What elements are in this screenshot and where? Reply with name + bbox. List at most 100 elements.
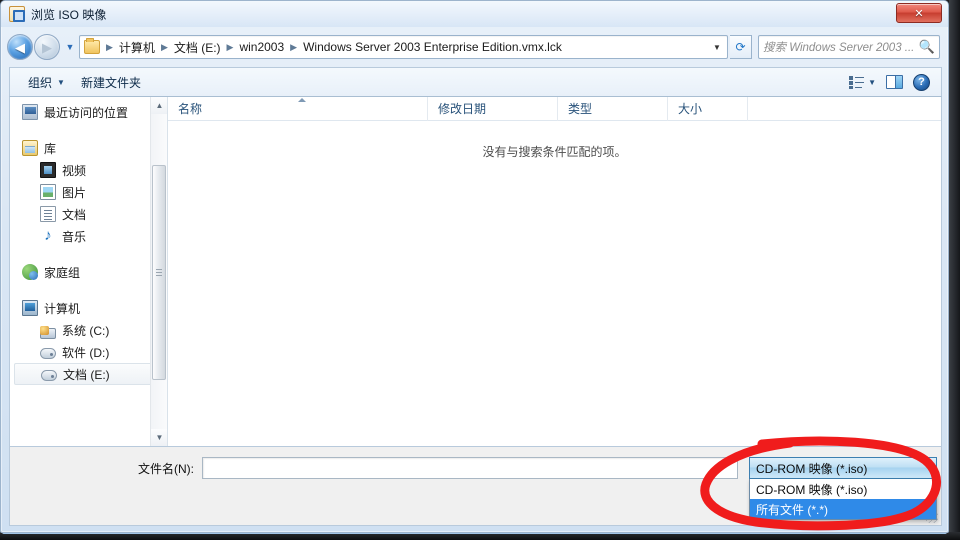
sidebar-item-label: 文档 (E:) [63,367,110,382]
organize-button[interactable]: 组织 ▼ [20,71,73,94]
back-arrow-icon: ◀ [15,39,25,55]
sidebar-item-system-c[interactable]: 系统 (C:) [10,319,167,341]
file-list-column-header: 名称 修改日期 类型 大小 [168,97,941,121]
breadcrumb-separator[interactable]: ▶ [102,42,117,53]
back-button[interactable]: ◀ [7,34,33,60]
preview-pane-button[interactable] [881,73,908,91]
sidebar-item-homegroup[interactable]: 家庭组 [10,261,167,283]
desktop-right-edge [949,0,960,540]
dialog-bottom-panel: 文件名(N): CD-ROM 映像 (*.iso) CD-ROM 映像 (*.i… [9,447,942,526]
breadcrumb: ▶ 计算机 ▶ 文档 (E:) ▶ win2003 ▶ Windows Serv… [102,39,709,56]
search-magnifier-icon: 🔍 [918,39,935,54]
column-header-label: 修改日期 [438,101,487,116]
drive-icon [40,348,56,359]
sidebar-item-label: 最近访问的位置 [44,105,129,120]
column-header-date-modified[interactable]: 修改日期 [428,97,558,121]
nav-group-gap [10,247,167,261]
videos-icon [40,162,56,178]
new-folder-button[interactable]: 新建文件夹 [73,71,149,94]
views-list-icon [849,75,865,89]
help-button[interactable]: ? [908,72,935,93]
forward-button[interactable]: ▶ [34,34,60,60]
sidebar-item-computer[interactable]: 计算机 [10,297,167,319]
library-icon [22,140,38,156]
window-buttons: ✕ [896,3,942,23]
address-dropdown-caret[interactable]: ▼ [709,43,725,52]
breadcrumb-separator[interactable]: ▶ [223,42,238,53]
system-drive-icon [40,325,56,339]
homegroup-icon [22,264,38,280]
sidebar-item-label: 家庭组 [44,265,81,280]
column-header-type[interactable]: 类型 [558,97,668,121]
sidebar-item-label: 音乐 [62,229,87,244]
sort-ascending-icon [298,97,306,102]
navigation-pane-scrollbar[interactable]: ▲ ▼ [150,97,167,446]
views-button[interactable]: ▼ [844,74,881,91]
scrollbar-thumb[interactable] [152,165,166,380]
sidebar-item-label: 文档 [62,207,87,222]
nav-group-gap [10,283,167,297]
sidebar-item-music[interactable]: ♪ 音乐 [10,225,167,247]
title-bar: 浏览 ISO 映像 ✕ [1,1,948,27]
sidebar-item-label: 图片 [62,185,87,200]
recent-pages-chevron-icon[interactable]: ▼ [63,42,77,52]
folder-icon [84,38,100,54]
close-button[interactable]: ✕ [896,3,942,23]
breadcrumb-bar[interactable]: ▶ 计算机 ▶ 文档 (E:) ▶ win2003 ▶ Windows Serv… [79,35,728,59]
scroll-up-arrow[interactable]: ▲ [151,97,167,114]
documents-icon [40,206,56,222]
search-input[interactable]: 搜索 Windows Server 2003 ... [763,39,919,55]
breadcrumb-item-documents-e[interactable]: 文档 (E:) [172,39,223,56]
file-type-option-label: CD-ROM 映像 (*.iso) [756,482,868,497]
search-box[interactable]: 搜索 Windows Server 2003 ... 🔍 [758,35,940,59]
iso-window-icon [9,6,25,22]
empty-list-message: 没有与搜索条件匹配的项。 [482,145,627,159]
window-title: 浏览 ISO 映像 [31,7,107,22]
forward-arrow-icon: ▶ [42,39,52,55]
column-header-name[interactable]: 名称 [168,97,428,121]
breadcrumb-item-computer[interactable]: 计算机 [117,39,157,56]
explorer-content: 最近访问的位置 库 视频 图片 文档 ♪ 音乐 家庭组 计算机 系统 (C:) … [9,97,942,447]
sidebar-item-videos[interactable]: 视频 [10,159,167,181]
scroll-down-arrow[interactable]: ▼ [151,429,167,446]
organize-label: 组织 [28,75,53,90]
scrollbar-grip-icon [156,268,162,270]
sidebar-item-libraries[interactable]: 库 [10,137,167,159]
pictures-icon [40,184,56,200]
recent-places-icon [22,104,38,120]
chevron-down-icon: ▼ [868,77,876,87]
preview-pane-icon [886,75,903,89]
file-type-option-label: 所有文件 (*.*) [756,502,829,517]
help-icon: ? [913,73,930,91]
new-folder-label: 新建文件夹 [80,75,141,90]
file-type-option-all-files[interactable]: 所有文件 (*.*) [750,499,936,519]
browse-iso-dialog-window: 浏览 ISO 映像 ✕ ◀ ▶ ▼ ▶ 计算机 ▶ 文档 (E:) ▶ win2… [0,0,949,533]
sidebar-item-label: 系统 (C:) [62,323,110,338]
breadcrumb-item-vmx-lck[interactable]: Windows Server 2003 Enterprise Edition.v… [301,40,564,54]
file-type-dropdown-list: CD-ROM 映像 (*.iso) 所有文件 (*.*) [749,479,937,520]
navigation-tree: 最近访问的位置 库 视频 图片 文档 ♪ 音乐 家庭组 计算机 系统 (C:) … [10,97,167,385]
screen: 浏览 ISO 映像 ✕ ◀ ▶ ▼ ▶ 计算机 ▶ 文档 (E:) ▶ win2… [0,0,960,540]
refresh-icon[interactable]: ⟳ [730,35,752,59]
chevron-down-icon: ▼ [57,77,65,87]
filename-label: 文件名(N): [138,461,194,476]
command-toolbar: 组织 ▼ 新建文件夹 ▼ ? [9,67,942,97]
file-type-combobox[interactable]: CD-ROM 映像 (*.iso) [749,457,937,479]
music-icon: ♪ [44,227,52,244]
sidebar-item-label: 计算机 [44,301,81,316]
sidebar-item-documents[interactable]: 文档 [10,203,167,225]
breadcrumb-item-win2003[interactable]: win2003 [237,40,286,54]
column-header-size[interactable]: 大小 [668,97,748,121]
sidebar-item-recent-places[interactable]: 最近访问的位置 [10,101,167,123]
file-type-option-iso[interactable]: CD-ROM 映像 (*.iso) [750,479,936,499]
filename-input[interactable] [202,457,738,479]
breadcrumb-separator[interactable]: ▶ [286,42,301,53]
sidebar-item-pictures[interactable]: 图片 [10,181,167,203]
column-header-label: 大小 [678,101,703,116]
file-list-pane: 名称 修改日期 类型 大小 没有与搜索条件匹配的项。 [168,97,941,446]
sidebar-item-software-d[interactable]: 软件 (D:) [10,341,167,363]
breadcrumb-separator[interactable]: ▶ [157,42,172,53]
sidebar-item-documents-e[interactable]: 文档 (E:) [14,363,161,385]
sidebar-item-label: 软件 (D:) [62,345,110,360]
navigation-pane: 最近访问的位置 库 视频 图片 文档 ♪ 音乐 家庭组 计算机 系统 (C:) … [10,97,168,446]
